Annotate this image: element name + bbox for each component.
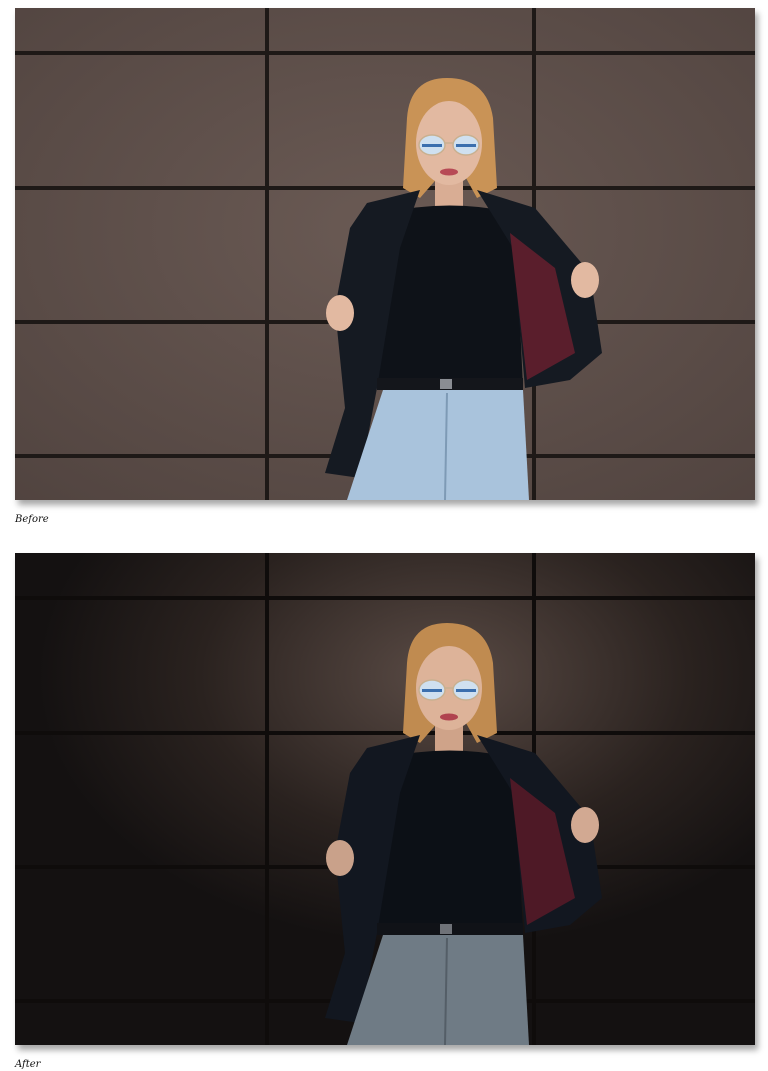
after-photo-svg (15, 553, 755, 1045)
before-photo-svg (15, 8, 755, 500)
lips (440, 168, 458, 176)
after-caption: After (15, 1059, 41, 1070)
before-caption: Before (15, 514, 49, 525)
left-hand (326, 295, 354, 331)
belt-buckle (440, 379, 452, 389)
belt-buckle (440, 924, 452, 934)
before-photo (15, 8, 755, 500)
left-hand (326, 840, 354, 876)
after-photo (15, 553, 755, 1045)
right-hand (571, 262, 599, 298)
right-hand (571, 807, 599, 843)
lips (440, 713, 458, 721)
